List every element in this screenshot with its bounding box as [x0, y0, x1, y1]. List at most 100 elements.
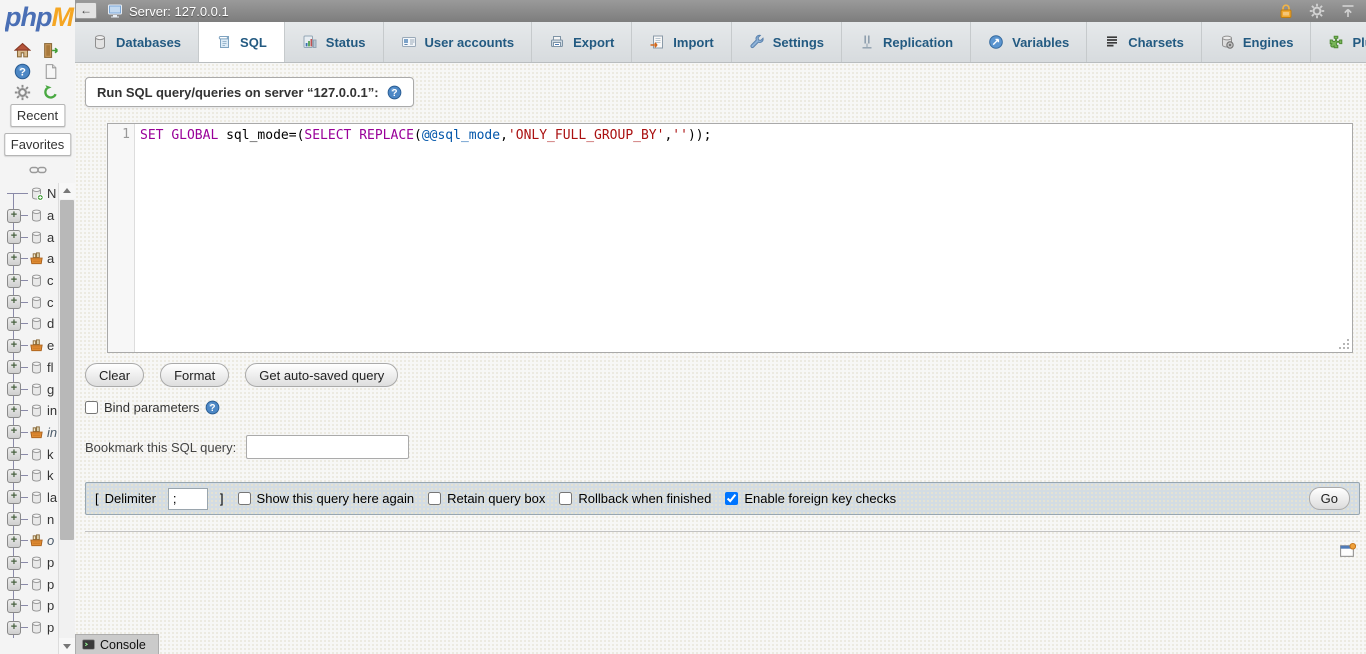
tree-item-label[interactable]: e [47, 338, 54, 353]
editor-resize-handle[interactable] [1339, 339, 1349, 349]
scroll-top-icon[interactable] [1340, 3, 1356, 19]
refresh-icon[interactable] [42, 84, 59, 101]
tree-item-label[interactable]: p [47, 555, 54, 570]
tree-item-label[interactable]: p [47, 598, 54, 613]
expand-icon[interactable]: + [7, 317, 21, 331]
expand-icon[interactable]: + [7, 360, 21, 374]
scroll-down-arrow[interactable] [59, 638, 75, 654]
phpmyadmin-logo[interactable]: phpM [5, 2, 75, 33]
tree-item: +o [0, 530, 59, 552]
tree-item: +a [0, 226, 59, 248]
logout-icon[interactable] [42, 42, 59, 59]
scroll-up-arrow[interactable] [59, 183, 75, 199]
tree-item-label[interactable]: c [47, 295, 54, 310]
expand-icon[interactable]: + [7, 295, 21, 309]
sql-help-icon[interactable]: ? [387, 85, 402, 100]
get-auto-saved-query-button[interactable]: Get auto-saved query [245, 363, 398, 387]
settings-gear-icon[interactable] [14, 84, 31, 101]
show-this-query-here-again-checkbox[interactable] [238, 492, 251, 505]
collapse-navigation-button[interactable]: ← [75, 2, 97, 19]
server-title: Server: 127.0.0.1 [107, 3, 229, 19]
delimiter-input[interactable] [168, 488, 208, 510]
tab-import[interactable]: Import [632, 22, 731, 62]
tab-user-accounts[interactable]: User accounts [384, 22, 533, 62]
tree-item-label[interactable]: in [47, 425, 57, 440]
expand-icon[interactable]: + [7, 577, 21, 591]
tree-item-label[interactable]: g [47, 382, 54, 397]
user-accounts-icon [401, 34, 417, 50]
tab-export[interactable]: Export [532, 22, 632, 62]
sidebar-scrollbar[interactable] [58, 183, 75, 654]
home-icon[interactable] [14, 42, 31, 59]
retain-query-box-checkbox[interactable] [428, 492, 441, 505]
tab-charsets[interactable]: Charsets [1087, 22, 1202, 62]
tree-item-label[interactable]: a [47, 251, 54, 266]
scrollbar-thumb[interactable] [60, 200, 74, 540]
link-icon[interactable] [29, 163, 47, 177]
tree-item-label[interactable]: p [47, 577, 54, 592]
tab-status[interactable]: Status [285, 22, 384, 62]
tree-item-label[interactable]: k [47, 447, 54, 462]
tab-sql[interactable]: SQL [199, 22, 285, 62]
bind-parameters-help-icon[interactable]: ? [205, 400, 220, 415]
expand-icon[interactable]: + [7, 252, 21, 266]
tab-settings[interactable]: Settings [732, 22, 842, 62]
gear-icon[interactable] [1309, 3, 1325, 19]
expand-icon[interactable]: + [7, 209, 21, 223]
charsets-icon [1104, 34, 1120, 50]
tab-replication[interactable]: Replication [842, 22, 971, 62]
expand-icon[interactable]: + [7, 469, 21, 483]
format-button[interactable]: Format [160, 363, 229, 387]
expand-icon[interactable]: + [7, 230, 21, 244]
sql-code-line[interactable]: SET GLOBAL sql_mode=(SELECT REPLACE(@@sq… [135, 124, 1352, 352]
new-database-icon [29, 186, 44, 201]
expand-icon[interactable]: + [7, 339, 21, 353]
tree-item-label[interactable]: c [47, 273, 54, 288]
sql-editor[interactable]: 1 SET GLOBAL sql_mode=(SELECT REPLACE(@@… [107, 123, 1353, 353]
tree-item-label[interactable]: k [47, 468, 54, 483]
tree-item: +c [0, 270, 59, 292]
tree-item-label[interactable]: o [47, 533, 54, 548]
tree-item-label[interactable]: N [47, 186, 56, 201]
console-toggle[interactable]: Console [75, 634, 159, 654]
tree-item: +k [0, 443, 59, 465]
expand-icon[interactable]: + [7, 382, 21, 396]
tab-databases[interactable]: Databases [75, 22, 199, 62]
replication-icon [859, 34, 875, 50]
expand-icon[interactable]: + [7, 274, 21, 288]
expand-icon[interactable]: + [7, 621, 21, 635]
new-window-icon[interactable] [1339, 542, 1356, 559]
tree-item-label[interactable]: a [47, 230, 54, 245]
tab-plugins[interactable]: Plugins [1311, 22, 1366, 62]
favorites-dropdown[interactable]: Favorites [4, 133, 71, 156]
help-icon[interactable]: ? [14, 63, 31, 80]
tree-item-label[interactable]: fl [47, 360, 54, 375]
expand-icon[interactable]: + [7, 490, 21, 504]
expand-icon[interactable]: + [7, 556, 21, 570]
expand-icon[interactable]: + [7, 599, 21, 613]
delimiter-bracket-close: ] [220, 491, 224, 506]
bookmark-input[interactable] [246, 435, 409, 459]
tab-variables[interactable]: Variables [971, 22, 1087, 62]
tree-item-label[interactable]: la [47, 490, 57, 505]
tab-engines[interactable]: Engines [1202, 22, 1312, 62]
tree-item-label[interactable]: d [47, 316, 54, 331]
lock-icon[interactable] [1278, 3, 1294, 19]
tab-label: Status [326, 35, 366, 50]
tree-item-label[interactable]: a [47, 208, 54, 223]
tree-item-label[interactable]: p [47, 620, 54, 635]
enable-foreign-key-checks-checkbox[interactable] [725, 492, 738, 505]
clear-button[interactable]: Clear [85, 363, 144, 387]
expand-icon[interactable]: + [7, 425, 21, 439]
rollback-when-finished-checkbox[interactable] [559, 492, 572, 505]
expand-icon[interactable]: + [7, 534, 21, 548]
expand-icon[interactable]: + [7, 404, 21, 418]
tree-item-label[interactable]: in [47, 403, 57, 418]
recent-dropdown[interactable]: Recent [10, 104, 65, 127]
tree-item-label[interactable]: n [47, 512, 54, 527]
expand-icon[interactable]: + [7, 512, 21, 526]
expand-icon[interactable]: + [7, 447, 21, 461]
bind-parameters-checkbox[interactable] [85, 401, 98, 414]
docs-icon[interactable] [42, 63, 59, 80]
go-button[interactable]: Go [1309, 487, 1350, 510]
